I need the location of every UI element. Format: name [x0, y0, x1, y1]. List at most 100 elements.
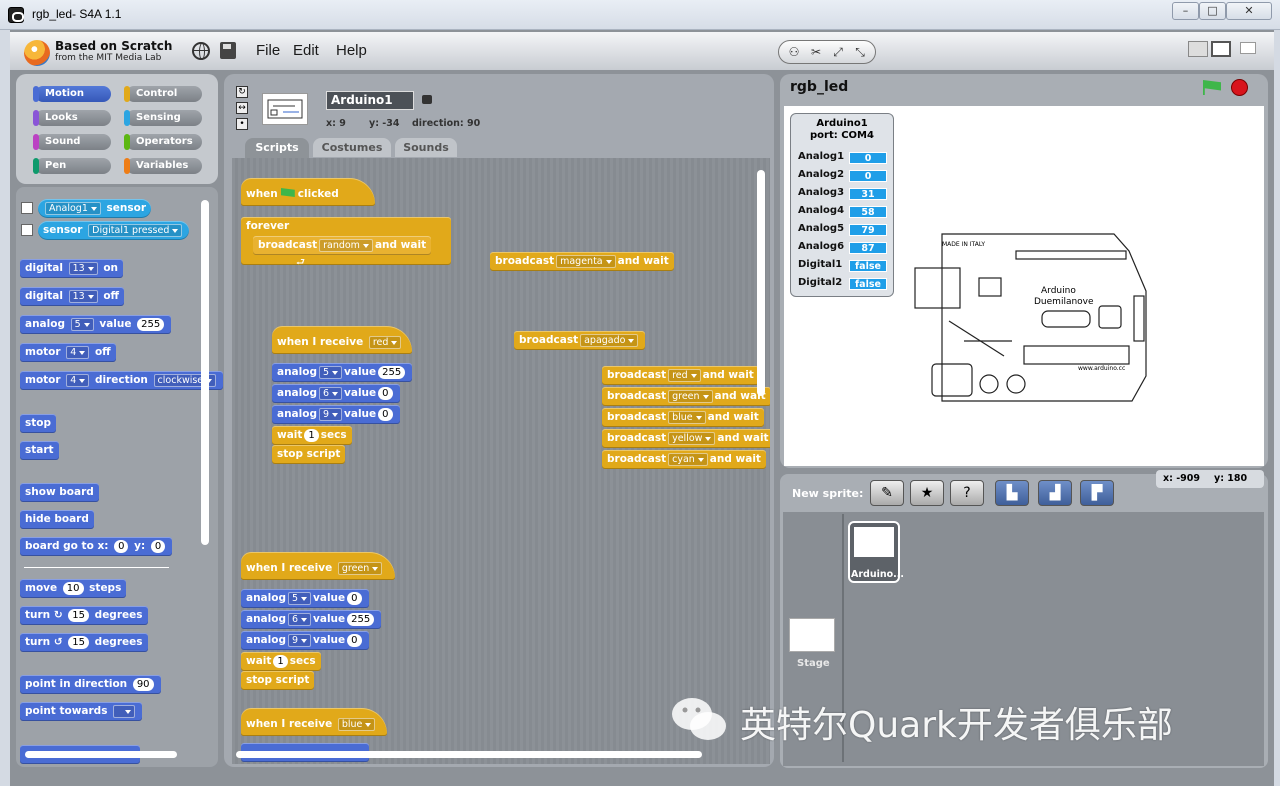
analog-5-value-red[interactable]: analog 5 value 255	[272, 363, 413, 382]
palette-hide-board[interactable]: hide board	[20, 510, 94, 529]
no-rotate-icon[interactable]: •	[236, 118, 248, 130]
palette-motor-off[interactable]: motor 4 off	[20, 343, 116, 362]
tab-scripts[interactable]: Scripts	[245, 138, 309, 158]
board-settings-icon[interactable]: ▛	[1080, 480, 1114, 506]
category-color-bar	[124, 134, 130, 150]
watcher-label: Digital1	[798, 259, 843, 270]
category-color-bar	[33, 86, 39, 102]
sprite-y: y: -34	[369, 118, 400, 129]
maximize-button[interactable]: □	[1199, 2, 1226, 20]
new-board-icon[interactable]: ▙	[995, 480, 1029, 506]
hat-when-receive-blue[interactable]: when I receive blue	[241, 708, 387, 736]
lock-icon[interactable]	[422, 95, 432, 104]
edit-board-icon[interactable]: ▟	[1038, 480, 1072, 506]
save-icon[interactable]	[220, 42, 236, 59]
palette-move-steps[interactable]: move 10 steps	[20, 579, 127, 598]
palette-hscrollbar[interactable]	[25, 751, 177, 758]
sensor-digital1-checkbox[interactable]	[21, 224, 33, 236]
normal-stage-icon[interactable]	[1211, 41, 1231, 57]
script-area[interactable]: when clicked forever broadcast random and w…	[232, 158, 770, 764]
broadcast-apagado[interactable]: broadcast apagado	[514, 331, 646, 350]
stop-sign-button-icon[interactable]	[1231, 79, 1248, 96]
close-button[interactable]: ✕	[1226, 2, 1272, 20]
palette-scrollbar[interactable]	[201, 200, 209, 545]
category-looks[interactable]: Looks	[33, 110, 111, 126]
palette-point-direction[interactable]: point in direction 90	[20, 675, 161, 694]
hat-when-flag-clicked[interactable]: when clicked	[241, 178, 375, 206]
choose-sprite-icon[interactable]: ★	[910, 480, 944, 506]
shrink-tool-icon[interactable]: ⤡	[852, 44, 868, 60]
palette-analog-value[interactable]: analog 5 value 255	[20, 315, 172, 334]
broadcast-random-wait[interactable]: broadcast random and wait	[253, 236, 432, 255]
palette-point-towards[interactable]: point towards	[20, 702, 143, 721]
rotate-style-icon[interactable]: ↻	[236, 86, 248, 98]
menu-edit[interactable]: Edit	[293, 42, 319, 59]
broadcast-cyan-wait[interactable]: broadcast cyan and wait	[602, 450, 766, 469]
palette-show-board[interactable]: show board	[20, 483, 99, 502]
category-operators[interactable]: Operators	[124, 134, 202, 150]
wait-secs-green[interactable]: wait 1 secs	[241, 652, 321, 671]
palette-divider	[24, 567, 169, 568]
hat-when-receive-green[interactable]: when I receive green	[241, 552, 395, 580]
palette-motor-direction[interactable]: motor 4 direction clockwise	[20, 371, 224, 390]
tab-costumes[interactable]: Costumes	[313, 138, 391, 157]
hat-when-receive-red[interactable]: when I receive red	[272, 326, 412, 354]
broadcast-red-wait[interactable]: broadcast red and wait	[602, 366, 759, 385]
palette-turn-left[interactable]: turn ↺ 15 degrees	[20, 633, 148, 652]
script-hscrollbar[interactable]	[236, 751, 702, 758]
script-vscrollbar[interactable]	[757, 170, 765, 396]
category-motion[interactable]: Motion	[33, 86, 111, 102]
minimize-button[interactable]: –	[1172, 2, 1199, 20]
menu-help[interactable]: Help	[336, 42, 367, 59]
broadcast-yellow-wait[interactable]: broadcast yellow and wait	[602, 429, 770, 448]
palette-sensor-analog[interactable]: Analog1 sensor	[38, 199, 152, 218]
category-sensing[interactable]: Sensing	[124, 110, 202, 126]
paint-sprite-icon[interactable]: ✎	[870, 480, 904, 506]
menu-file[interactable]: File	[256, 42, 280, 59]
duplicate-tool-icon[interactable]: ⚇	[786, 44, 802, 60]
stop-script-red[interactable]: stop script	[272, 445, 346, 464]
analog-5-value-green[interactable]: analog 5 value 0	[241, 589, 369, 608]
palette-sensor-digital[interactable]: sensor Digital1 pressed	[38, 221, 190, 240]
watcher-label: Analog1	[798, 151, 845, 162]
sprite-tile-arduino[interactable]: Arduino...	[848, 521, 904, 583]
stage-thumbnail[interactable]	[789, 618, 835, 652]
category-control[interactable]: Control	[124, 86, 202, 102]
presentation-mode-icon[interactable]	[1240, 42, 1256, 54]
board-web-text: www.arduino.cc	[1078, 365, 1125, 372]
scratch-logo-icon	[24, 40, 50, 66]
broadcast-magenta-wait[interactable]: broadcast magenta and wait	[490, 252, 674, 271]
flip-style-icon[interactable]: ↔	[236, 102, 248, 114]
analog-6-value-red[interactable]: analog 6 value 0	[272, 384, 400, 403]
category-variables[interactable]: Variables	[124, 158, 202, 174]
rotate-cw-icon: ↻	[53, 609, 63, 621]
arduino-sensor-watcher[interactable]: Arduino1 port: COM4 Analog1 0 Analog2 0 Anal…	[790, 113, 894, 297]
category-sound[interactable]: Sound	[33, 134, 111, 150]
palette-digital-off[interactable]: digital 13 off	[20, 287, 125, 306]
category-label: Operators	[136, 136, 193, 147]
palette-start[interactable]: start	[20, 441, 59, 460]
random-sprite-icon[interactable]: ?	[950, 480, 984, 506]
sensor-analog1-checkbox[interactable]	[21, 202, 33, 214]
sprite-x: x: 9	[326, 118, 346, 129]
sprite-direction: direction: 90	[412, 118, 481, 129]
palette-digital-on[interactable]: digital 13 on	[20, 259, 124, 278]
watcher-value: 0	[849, 152, 887, 164]
wait-secs-red[interactable]: wait 1 secs	[272, 426, 352, 445]
small-stage-icon[interactable]	[1188, 41, 1208, 57]
category-pen[interactable]: Pen	[33, 158, 111, 174]
grow-tool-icon[interactable]: ⤢	[830, 44, 846, 60]
sprite-name-field[interactable]: Arduino1	[326, 91, 414, 110]
language-globe-icon[interactable]	[192, 42, 210, 60]
broadcast-blue-wait[interactable]: broadcast blue and wait	[602, 408, 764, 427]
analog-6-value-green[interactable]: analog 6 value 255	[241, 610, 382, 629]
stop-script-green[interactable]: stop script	[241, 671, 315, 690]
palette-board-go-to[interactable]: board go to x: 0 y: 0	[20, 537, 173, 556]
analog-9-value-red[interactable]: analog 9 value 0	[272, 405, 400, 424]
delete-tool-icon[interactable]: ✂	[808, 44, 824, 60]
palette-turn-right[interactable]: turn ↻ 15 degrees	[20, 606, 148, 625]
broadcast-green-wait[interactable]: broadcast green and wait	[602, 387, 770, 406]
analog-9-value-green[interactable]: analog 9 value 0	[241, 631, 369, 650]
palette-stop[interactable]: stop	[20, 414, 56, 433]
tab-sounds[interactable]: Sounds	[395, 138, 457, 157]
